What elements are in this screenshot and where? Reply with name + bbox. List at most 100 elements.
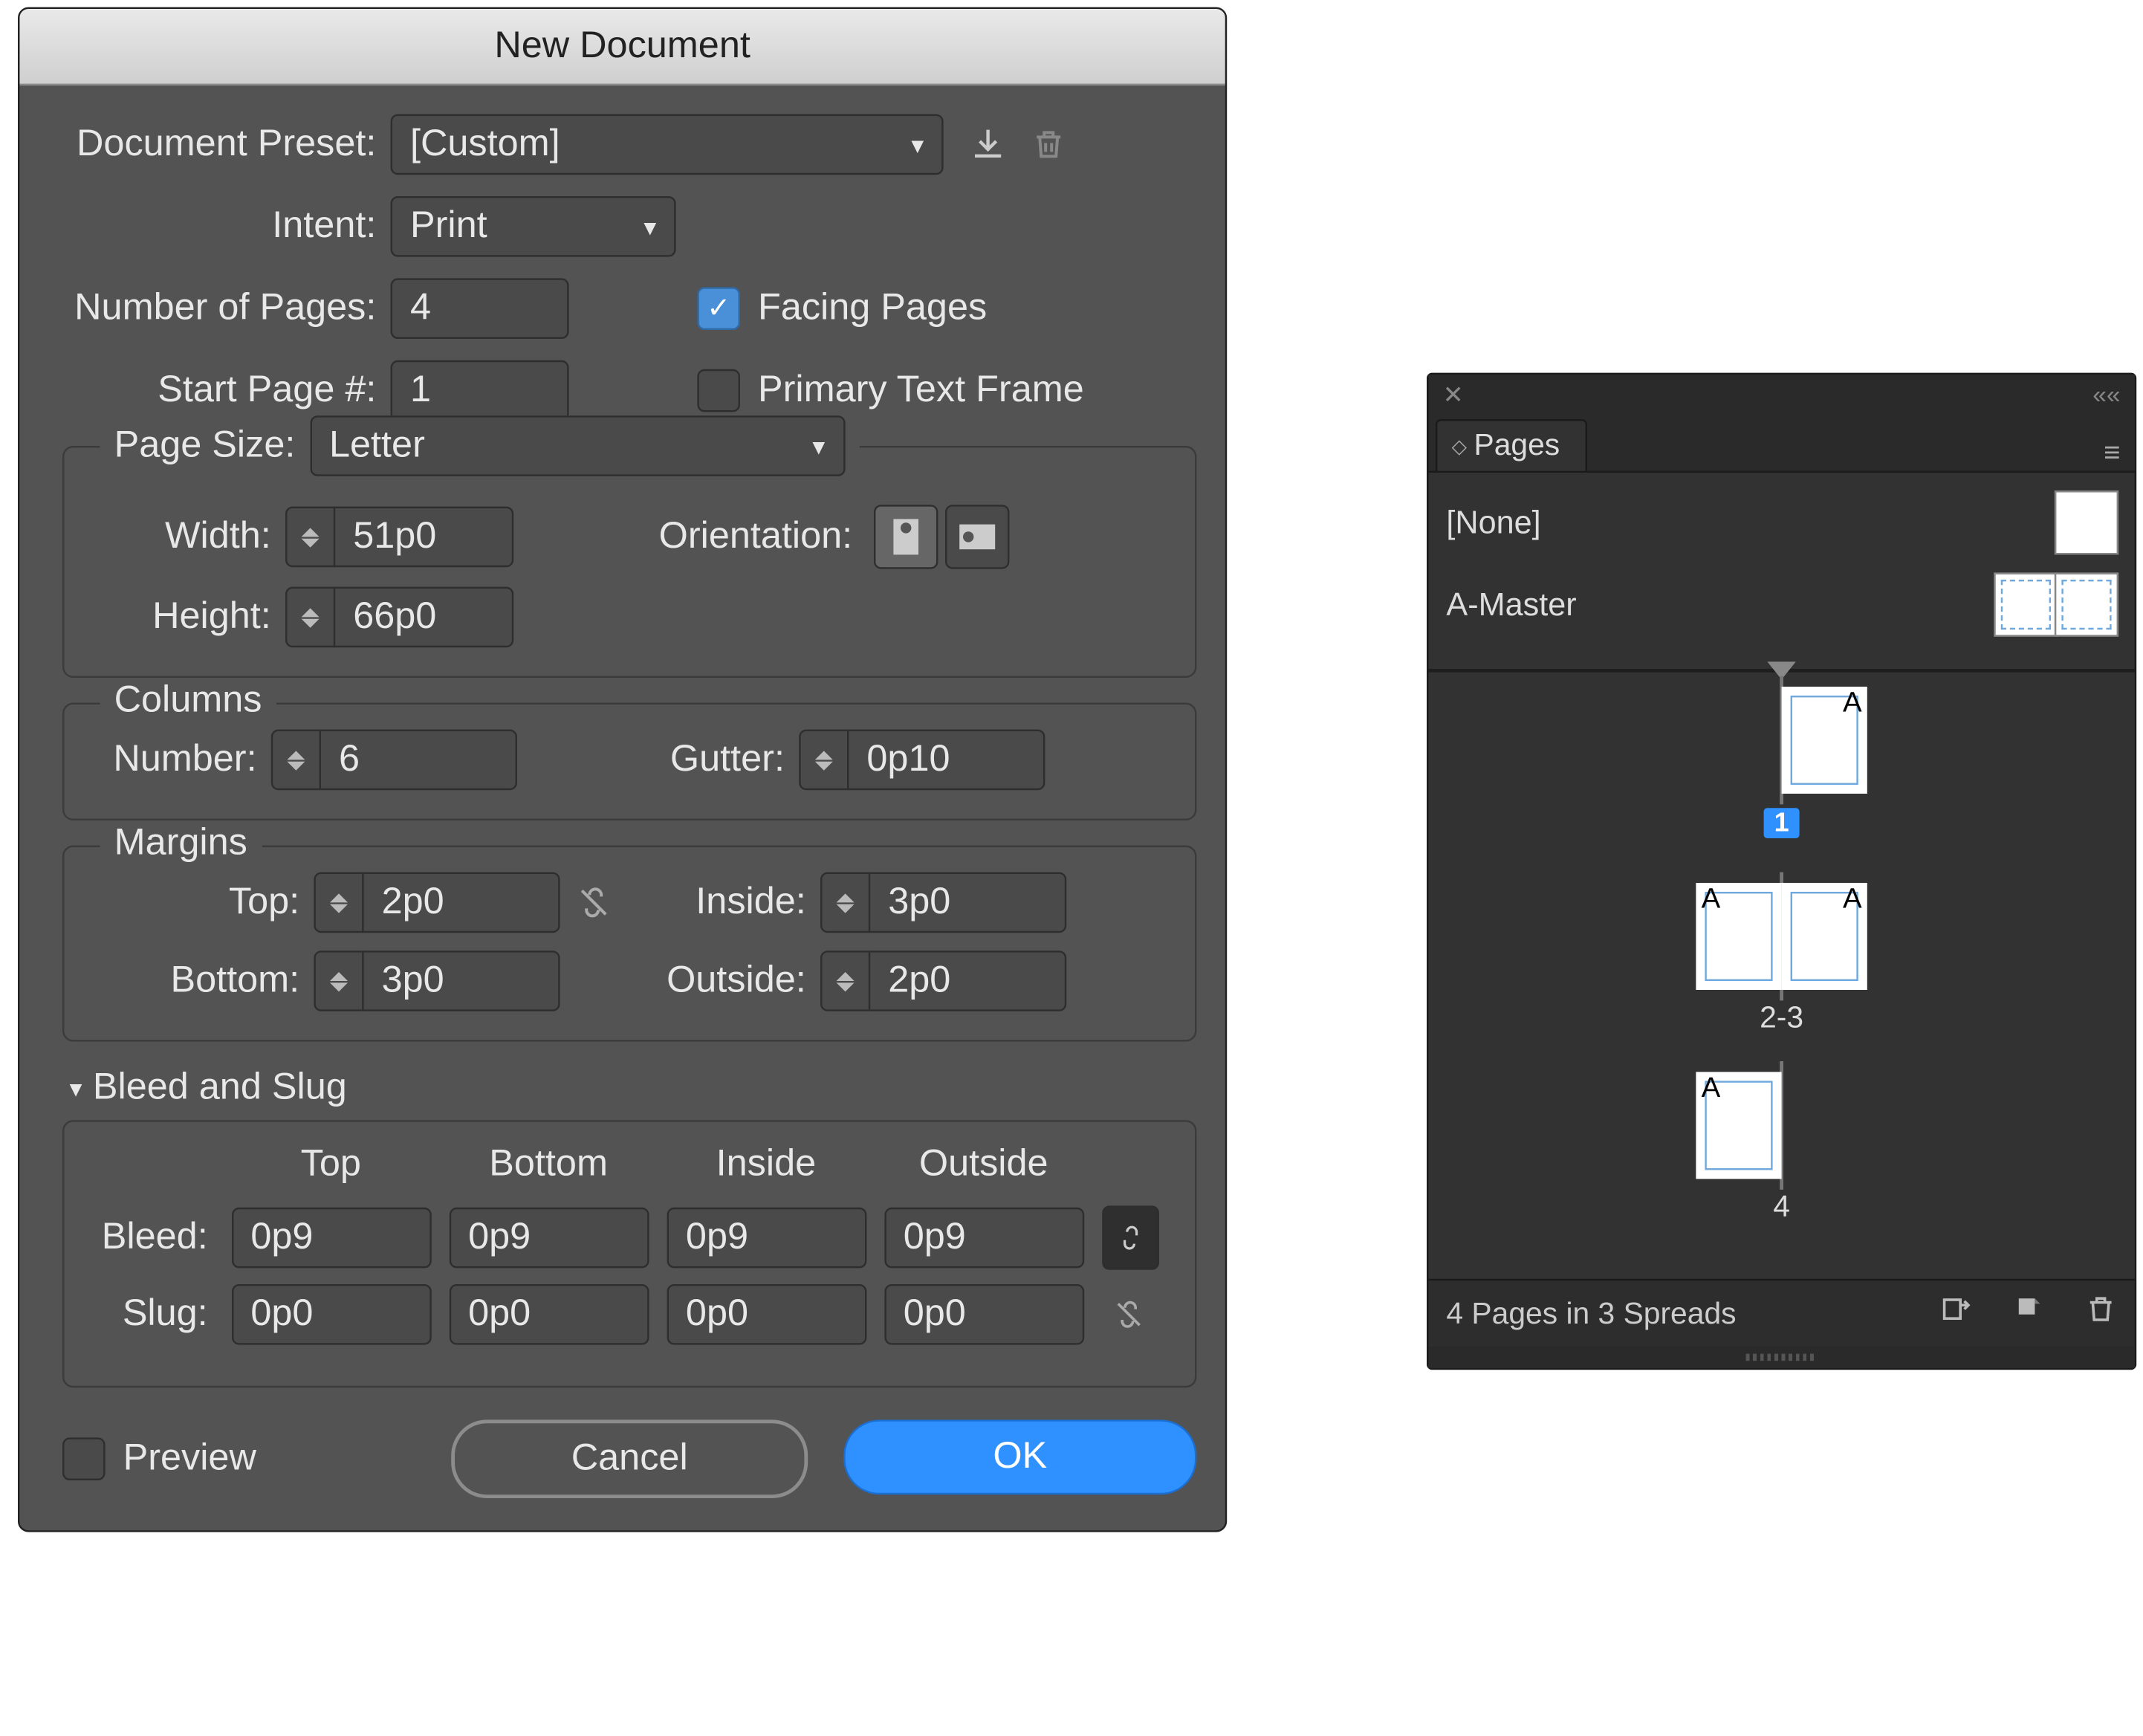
stepper-icon[interactable]: [316, 950, 364, 1011]
bleed-link-icon[interactable]: [1101, 1205, 1158, 1269]
slug-top-input[interactable]: 0p0: [231, 1284, 431, 1345]
facing-pages-label: Facing Pages: [758, 287, 987, 330]
columns-number-label: Number:: [93, 739, 271, 782]
tab-sort-icon: ◇: [1452, 434, 1467, 457]
margin-link-icon[interactable]: [576, 883, 612, 922]
bleed-inside-input[interactable]: 0p9: [667, 1208, 866, 1269]
gutter-label: Gutter:: [517, 739, 799, 782]
stepper-icon[interactable]: [273, 730, 321, 791]
width-label: Width:: [93, 516, 285, 559]
panel-menu-icon[interactable]: ≡: [2089, 438, 2135, 470]
slug-link-icon[interactable]: [1101, 1284, 1155, 1345]
master-a-row[interactable]: A-Master: [1446, 569, 2116, 641]
slug-bottom-input[interactable]: 0p0: [449, 1284, 649, 1345]
page-size-group: Page Size: Letter ▾ Width: 51p0 Orientat…: [62, 446, 1196, 678]
panel-footer: 4 Pages in 3 Spreads: [1428, 1280, 2134, 1347]
width-input[interactable]: 51p0: [285, 507, 513, 568]
chevron-down-icon: ▾: [643, 211, 656, 242]
height-label: Height:: [93, 596, 285, 639]
margin-bottom-input[interactable]: 3p0: [314, 950, 560, 1011]
bleed-outside-input[interactable]: 0p9: [884, 1208, 1083, 1269]
bleed-bottom-input[interactable]: 0p9: [449, 1208, 649, 1269]
bs-col-inside: Inside: [664, 1143, 868, 1193]
master-none-row[interactable]: [None]: [1446, 487, 2116, 558]
ok-button[interactable]: OK: [843, 1419, 1196, 1494]
panel-top-grip[interactable]: ✕ ««: [1428, 375, 2134, 414]
pages-area[interactable]: A 1 A A 2-3: [1428, 673, 2134, 1280]
stepper-icon[interactable]: [316, 872, 364, 933]
stepper-icon[interactable]: [822, 872, 870, 933]
page-thumb-4[interactable]: A: [1696, 1072, 1781, 1179]
close-panel-icon[interactable]: ✕: [1443, 379, 1464, 409]
bs-col-top: Top: [230, 1143, 433, 1193]
save-preset-icon[interactable]: [958, 114, 1019, 175]
columns-legend: Columns: [100, 679, 276, 722]
preview-label: Preview: [123, 1437, 256, 1480]
bleed-slug-label: Bleed and Slug: [93, 1066, 347, 1110]
intent-value: Print: [410, 205, 487, 248]
margin-top-input[interactable]: 2p0: [314, 872, 560, 933]
pages-tab[interactable]: ◇ Pages: [1436, 419, 1586, 471]
pages-tab-label: Pages: [1474, 428, 1560, 464]
page-thumb-3[interactable]: A: [1782, 883, 1867, 990]
trash-icon[interactable]: [2085, 1292, 2117, 1336]
bleed-row-label: Bleed:: [100, 1204, 215, 1272]
cancel-button[interactable]: Cancel: [451, 1419, 808, 1498]
margin-outside-input[interactable]: 2p0: [820, 950, 1066, 1011]
num-pages-input[interactable]: 4: [391, 278, 569, 339]
delete-preset-icon[interactable]: [1018, 114, 1079, 175]
stepper-icon[interactable]: [287, 587, 335, 648]
intent-select[interactable]: Print ▾: [391, 196, 676, 257]
facing-pages-checkbox[interactable]: ✓: [697, 287, 740, 330]
margin-top-label: Top:: [93, 881, 314, 924]
page-thumb-2[interactable]: A: [1696, 883, 1781, 990]
edit-page-size-icon[interactable]: [1939, 1293, 1974, 1334]
page-1-label: 1: [1763, 808, 1800, 838]
page-size-value: Letter: [329, 424, 425, 467]
bleed-top-input[interactable]: 0p9: [231, 1208, 431, 1269]
new-document-dialog: New Document Document Preset: [Custom] ▾: [18, 7, 1227, 1532]
spread-2[interactable]: A A 2-3: [1696, 883, 1867, 1036]
preset-select[interactable]: [Custom] ▾: [391, 114, 944, 175]
bs-col-bottom: Bottom: [447, 1143, 650, 1193]
bleed-slug-disclosure[interactable]: ▾ Bleed and Slug: [70, 1066, 1197, 1110]
columns-number-input[interactable]: 6: [271, 730, 517, 791]
page-thumb-1[interactable]: A: [1782, 687, 1867, 794]
dialog-title: New Document: [19, 9, 1225, 85]
start-page-label: Start Page #:: [62, 369, 391, 412]
stepper-icon[interactable]: [801, 730, 849, 791]
page-corner-label: A: [1843, 884, 1862, 916]
page-4-label: 4: [1696, 1190, 1867, 1225]
primary-text-frame-checkbox[interactable]: [697, 369, 740, 412]
primary-text-frame-label: Primary Text Frame: [758, 369, 1084, 412]
chevron-down-icon: ▾: [70, 1073, 82, 1104]
collapse-panel-icon[interactable]: ««: [2092, 380, 2120, 408]
slug-row-label: Slug:: [100, 1283, 215, 1347]
start-page-input[interactable]: 1: [391, 360, 569, 421]
preview-checkbox[interactable]: [62, 1437, 106, 1480]
page-size-select[interactable]: Letter ▾: [310, 415, 845, 476]
slug-inside-input[interactable]: 0p0: [667, 1284, 866, 1345]
preset-label: Document Preset:: [62, 123, 391, 166]
new-page-icon[interactable]: [2014, 1293, 2046, 1334]
pages-panel: ✕ «« ◇ Pages ≡ [None] A-Master: [1427, 373, 2136, 1370]
spread-1[interactable]: A 1: [1696, 687, 1867, 840]
orientation-portrait-button[interactable]: [874, 505, 938, 569]
spread-2-label: 2-3: [1696, 1000, 1867, 1036]
master-none-thumb: [2056, 492, 2117, 553]
margins-group: Margins Top: 2p0 Inside: 3p0: [62, 846, 1196, 1042]
spread-3[interactable]: A 4: [1696, 1072, 1867, 1225]
height-input[interactable]: 66p0: [285, 587, 513, 648]
masters-list: [None] A-Master: [1428, 473, 2134, 673]
chevron-down-icon: ▾: [911, 129, 924, 160]
gutter-input[interactable]: 0p10: [799, 730, 1045, 791]
stepper-icon[interactable]: [822, 950, 870, 1011]
slug-outside-input[interactable]: 0p0: [884, 1284, 1083, 1345]
panel-resize-grip[interactable]: [1428, 1347, 2134, 1368]
orientation-landscape-button[interactable]: [945, 505, 1009, 569]
orientation-label: Orientation:: [513, 516, 866, 559]
preset-value: [Custom]: [410, 123, 560, 166]
stepper-icon[interactable]: [287, 507, 335, 568]
page-corner-label: A: [1702, 1074, 1721, 1106]
margin-inside-input[interactable]: 3p0: [820, 872, 1066, 933]
